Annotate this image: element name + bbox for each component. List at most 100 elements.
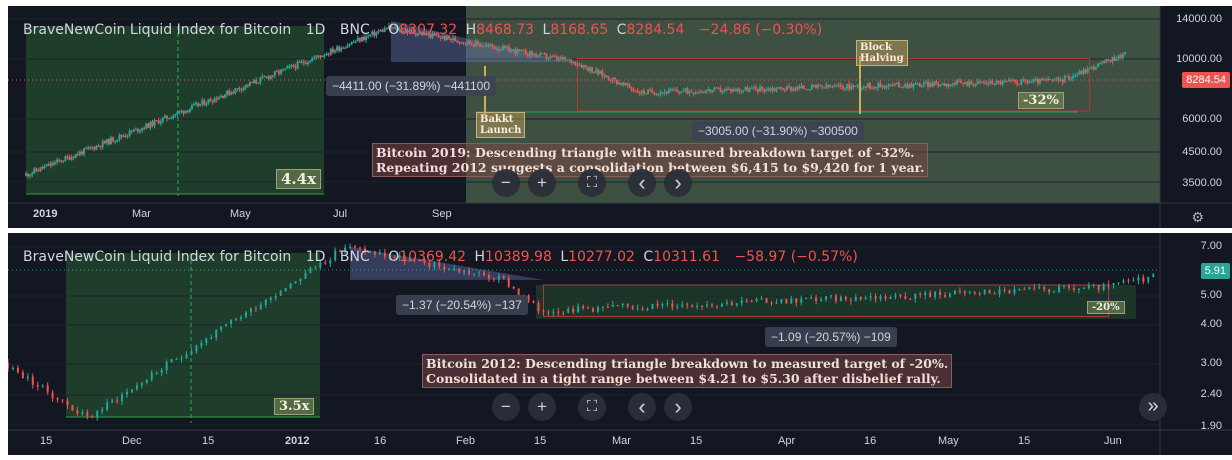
x-tick-label: Feb (456, 435, 475, 447)
candle-body (825, 296, 828, 300)
candle-body (286, 66, 289, 69)
candle-body (105, 139, 108, 144)
candle-body (114, 140, 117, 142)
candle-body (958, 290, 961, 292)
zoom-in-button[interactable]: + (528, 393, 556, 421)
candle-body (232, 92, 235, 94)
scroll-left-button[interactable]: ‹ (628, 169, 656, 197)
x-tick-label: 2019 (33, 208, 58, 220)
candle-body (767, 88, 770, 90)
fullscreen-button[interactable]: ⛶ (578, 169, 606, 197)
candle-body (468, 270, 471, 275)
candle-body (1132, 280, 1135, 282)
candle-body (987, 83, 990, 85)
candle-body (319, 56, 322, 58)
candle-body (1067, 286, 1070, 289)
chart-interval[interactable]: 1D (306, 22, 326, 38)
candle-body (170, 359, 173, 363)
candle-body (601, 71, 604, 77)
candle-body (91, 416, 94, 418)
candle-body (735, 303, 738, 306)
fullscreen-button[interactable]: ⛶ (578, 393, 606, 421)
candle-body (180, 110, 183, 112)
candle-body (666, 303, 669, 305)
settings-gear-icon[interactable]: ⚙ (1191, 209, 1204, 226)
candle-body (713, 87, 716, 90)
candle-body (197, 103, 200, 106)
rally-multiple-badge: 3.5x (274, 398, 315, 415)
candle-body (93, 147, 96, 150)
candle-body (60, 160, 63, 162)
candle-body (991, 80, 994, 84)
chart-canvas-2019[interactable] (8, 6, 1232, 228)
candle-body (508, 46, 511, 53)
candle-body (1152, 274, 1155, 278)
candle-body (636, 308, 639, 310)
chart-canvas-2012[interactable] (8, 233, 1232, 455)
candle-body (734, 89, 737, 92)
x-tick-label: 15 (690, 435, 703, 447)
candle-body (1023, 288, 1026, 290)
candle-body (460, 42, 463, 44)
candle-body (226, 90, 229, 95)
candle-body (261, 76, 264, 78)
candle-body (775, 302, 778, 304)
candle-body (829, 295, 832, 297)
candle-body (1105, 59, 1108, 63)
candle-body (1142, 277, 1145, 282)
candle-body (906, 84, 909, 88)
candle-body (910, 83, 913, 88)
candle-body (99, 145, 102, 148)
chart-interval[interactable]: 1D (306, 249, 326, 265)
candle-body (566, 59, 569, 61)
chart-panel-2012[interactable]: BraveNewCoin Liquid Index for Bitcoin 1D… (8, 233, 1232, 455)
candle-body (176, 112, 179, 115)
candle-body (802, 85, 805, 89)
candle-body (773, 88, 776, 91)
candle-body (185, 354, 188, 359)
candle-body (891, 84, 894, 86)
chart-panel-2019[interactable]: BraveNewCoin Liquid Index for Bitcoin 1D… (8, 6, 1232, 228)
candle-body (701, 305, 704, 307)
candle-body (939, 292, 942, 296)
candle-body (346, 45, 349, 48)
candle-body (528, 51, 531, 57)
candle-body (963, 291, 966, 293)
scroll-to-realtime-button[interactable]: » (1139, 393, 1167, 421)
scroll-left-button[interactable]: ‹ (628, 393, 656, 421)
candle-body (777, 86, 780, 89)
candle-body (489, 44, 492, 46)
candle-body (284, 288, 287, 292)
candle-body (1063, 286, 1066, 288)
zoom-out-button[interactable]: − (492, 393, 520, 421)
candle-body (717, 87, 720, 89)
candle-body (740, 300, 743, 304)
candle-body (761, 86, 764, 90)
candle-body (727, 88, 730, 90)
candle-body (503, 46, 506, 48)
candle-body (611, 305, 614, 307)
candle-body (354, 246, 357, 248)
candle-body (473, 273, 476, 275)
zoom-out-button[interactable]: − (492, 169, 520, 197)
candle-body (586, 67, 589, 71)
candle-body (709, 89, 712, 92)
x-tick-label: Sep (432, 208, 452, 220)
zoom-in-button[interactable]: + (528, 169, 556, 197)
candle-body (25, 173, 27, 176)
candle-body (190, 351, 193, 355)
scroll-right-button[interactable]: › (664, 393, 692, 421)
candle-body (1070, 78, 1073, 80)
ohlc-high: 8468.73 (476, 22, 535, 38)
candle-body (213, 98, 216, 103)
candle-body (228, 90, 231, 95)
candle-body (1086, 68, 1089, 73)
scroll-right-button[interactable]: › (664, 169, 692, 197)
candle-body (1008, 290, 1011, 294)
candle-body (681, 304, 684, 307)
candle-body (248, 82, 251, 86)
candle-body (186, 110, 189, 112)
candle-body (116, 139, 119, 141)
candle-body (815, 297, 818, 302)
candle-body (274, 295, 277, 298)
